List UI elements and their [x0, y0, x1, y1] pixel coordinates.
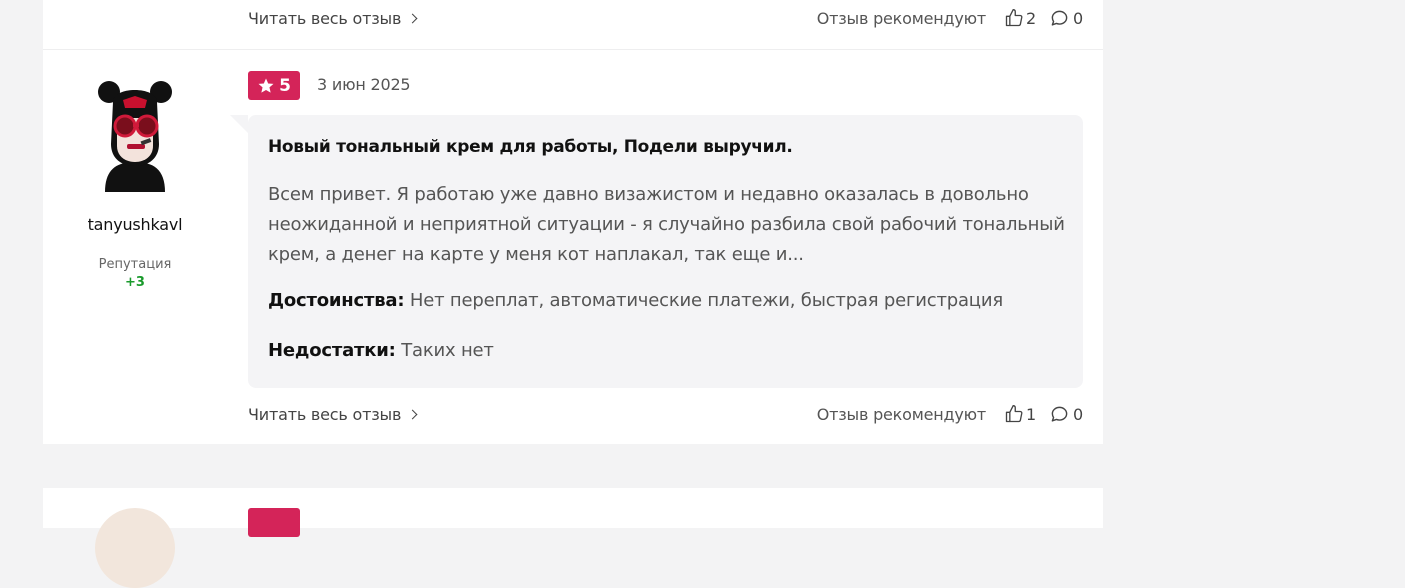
cons-label: Недостатки:: [268, 340, 396, 361]
review-cons: Недостатки: Таких нет: [268, 340, 494, 361]
review-footer: Читать весь отзыв Отзыв рекомендуют 1 0: [248, 403, 1083, 425]
review-pros: Достоинства: Нет переплат, автоматически…: [268, 290, 1003, 311]
recommend-label: Отзыв рекомендуют: [816, 404, 987, 424]
user-avatar[interactable]: [95, 74, 175, 194]
read-full-review-label: Читать весь отзыв: [248, 404, 402, 424]
review-footer: Читать весь отзыв Отзыв рекомендуют 2 0: [248, 7, 1083, 29]
rating-badge: [248, 508, 300, 537]
user-avatar[interactable]: [95, 508, 175, 588]
bubble-tail: [230, 115, 248, 133]
thumbs-up-icon: [1005, 405, 1023, 423]
pros-text: Нет переплат, автоматические платежи, бы…: [409, 290, 1003, 311]
review-card-previous: Читать весь отзыв Отзыв рекомендуют 2 0: [43, 0, 1103, 50]
comment-icon: [1051, 406, 1068, 422]
cons-text: Таких нет: [401, 340, 494, 361]
like-button[interactable]: 1: [1004, 404, 1036, 424]
review-content: Новый тональный крем для работы, Подели …: [230, 115, 1083, 388]
read-full-review-link[interactable]: Читать весь отзыв: [248, 404, 418, 424]
review-card-next: [43, 488, 1103, 588]
reputation-label: Репутация: [98, 257, 172, 272]
like-count: 1: [1026, 404, 1037, 424]
chevron-right-icon: [407, 409, 418, 420]
comment-count: 0: [1073, 8, 1083, 28]
like-button[interactable]: 2: [1004, 8, 1036, 28]
read-full-review-link[interactable]: Читать весь отзыв: [248, 8, 418, 28]
recommend-block: Отзыв рекомендуют 2 0: [817, 8, 1083, 28]
pros-label: Достоинства:: [268, 290, 405, 311]
chevron-right-icon: [407, 13, 418, 24]
reputation-value: +3: [125, 275, 145, 290]
username[interactable]: tanyushkavl: [63, 215, 207, 234]
star-icon: [258, 78, 274, 93]
review-date: 3 июн 2025: [317, 75, 411, 94]
read-full-review-label: Читать весь отзыв: [248, 8, 402, 28]
rating-value: 5: [279, 75, 291, 96]
review-title[interactable]: Новый тональный крем для работы, Подели …: [268, 137, 793, 157]
review-text: Всем привет. Я работаю уже давно визажис…: [268, 184, 1065, 265]
like-count: 2: [1026, 8, 1037, 28]
recommend-block: Отзыв рекомендуют 1 0: [817, 404, 1083, 424]
comments-button[interactable]: 0: [1050, 405, 1083, 424]
thumbs-up-icon: [1005, 9, 1023, 27]
review-card: tanyushkavl Репутация +3 5 3 июн 2025 Но…: [43, 50, 1103, 444]
recommend-label: Отзыв рекомендуют: [816, 8, 987, 28]
comment-count: 0: [1073, 404, 1083, 424]
comment-icon: [1051, 10, 1068, 26]
comments-button[interactable]: 0: [1050, 9, 1083, 28]
rating-badge: 5: [248, 71, 300, 100]
